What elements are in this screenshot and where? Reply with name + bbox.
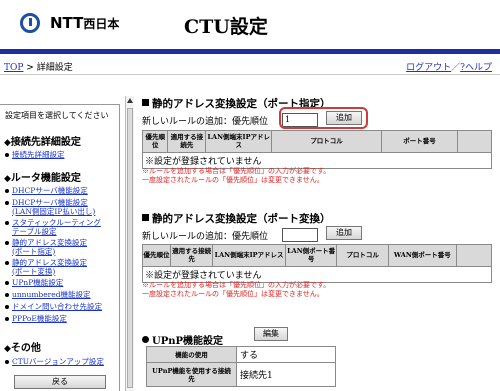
col-header-connection: 適用する接続先 <box>170 244 214 267</box>
breadcrumb: TOP > 詳細設定 <box>4 63 73 73</box>
rule-table-port-specify: 優先順位 適用する接続先 LAN側端末IPアドレス プロトコル ポート番号 ※設… <box>141 130 492 169</box>
scroll-up-arrow-icon[interactable] <box>127 98 133 103</box>
bullet-icon <box>5 305 9 309</box>
back-button[interactable]: 戻る <box>14 375 106 389</box>
highlight-box <box>279 107 368 129</box>
bullet-icon <box>5 360 9 364</box>
sidebar-group-connection: ◆接続先詳細設定 <box>4 137 81 148</box>
note-text: ※ルールを追加する場合は「優先順位」の入力が必要です。 一度設定されたルールの「… <box>142 167 331 184</box>
col-header-lan-ip: LAN側端末IPアドレス <box>212 244 286 267</box>
ntt-logo-icon <box>20 13 40 33</box>
col-header-priority: 優先順位 <box>141 244 172 267</box>
add-button[interactable]: 追加 <box>326 226 362 240</box>
col-header-lan-port: LAN側ポート番号 <box>284 244 338 267</box>
rule-table-port-convert: 優先順位 適用する接続先 LAN側端末IPアドレス LAN側ポート番号 プロトコ… <box>141 244 493 283</box>
bullet-icon <box>5 153 9 157</box>
section-title-upnp: UPnP機能設定 <box>142 332 223 347</box>
bullet-icon <box>5 201 9 205</box>
bullet-icon <box>5 293 9 297</box>
sidebar-group-other: ◆その他 <box>4 343 41 354</box>
bullet-icon <box>5 261 9 265</box>
bullet-icon <box>5 317 9 321</box>
logout-link[interactable]: ログアウト <box>406 63 451 73</box>
scroll-thumb[interactable] <box>127 108 133 388</box>
sidebar-item-nat-port-specify[interactable]: 静的アドレス変換設定 (ポート指定) <box>5 238 87 256</box>
sidebar-heading: 設定項目を選択してください <box>5 111 109 120</box>
sidebar-item-dhcp-fixed[interactable]: DHCPサーバ機能設定 (LAN側固定IP払い出し) <box>5 198 95 216</box>
col-header-protocol: プロトコル <box>271 130 382 153</box>
bullet-icon <box>5 241 9 245</box>
sidebar-item-connection-detail[interactable]: 接続先詳細設定 <box>5 150 65 160</box>
note-text: ※ルールを追加する場合は「優先順位」の入力が必要です。 一度設定されたルールの「… <box>142 281 331 298</box>
upnp-table: 機能の使用 する UPnP機能を使用する接続先 接続先1 <box>146 346 336 387</box>
sidebar-item-nat-port-convert[interactable]: 静的アドレス変換設定 (ポート変換) <box>5 258 87 276</box>
content-scrollbar[interactable] <box>125 96 134 391</box>
sidebar-item-ctu-version[interactable]: CTUバージョンアップ設定 <box>5 357 104 367</box>
priority-input[interactable] <box>282 228 318 242</box>
sidebar-item-dhcp[interactable]: DHCPサーバ機能設定 <box>5 186 88 196</box>
breadcrumb-current: 詳細設定 <box>36 63 73 73</box>
upnp-value-enable: する <box>236 346 336 363</box>
edit-button[interactable]: 編集 <box>254 327 288 341</box>
bullet-icon <box>5 221 9 225</box>
sidebar-item-static-routing[interactable]: スタティックルーティング テーブル設定 <box>5 218 101 236</box>
section-title-port-convert: 静的アドレス変換設定（ポート変換） <box>142 211 331 226</box>
bullet-icon <box>5 281 9 285</box>
add-rule-label: 新しいルールの追加：優先順位 <box>142 232 269 242</box>
sidebar-group-router: ◆ルータ機能設定 <box>4 173 81 184</box>
upnp-value-connection: 接続先1 <box>236 362 336 387</box>
col-header-port: ポート番号 <box>380 130 459 153</box>
col-header-priority: 優先順位 <box>141 130 169 153</box>
help-link[interactable]: ?ヘルプ <box>460 63 492 73</box>
sidebar-item-pppoe[interactable]: PPPoE機能設定 <box>5 314 67 324</box>
logo-text: NTT西日本 <box>50 14 120 32</box>
sidebar: 設定項目を選択してください ◆接続先詳細設定 接続先詳細設定 ◆ルータ機能設定 … <box>0 104 120 391</box>
sidebar-item-unnumbered[interactable]: unnumbered機能設定 <box>5 290 91 300</box>
col-header-lan-ip: LAN側端末IPアドレス <box>205 130 272 153</box>
main-content: 静的アドレス変換設定（ポート指定） 新しいルールの追加：優先順位 1 追加 優先… <box>140 96 500 391</box>
col-header-wan-port: WAN側ポート番号 <box>387 244 457 267</box>
square-bullet-icon <box>142 99 149 106</box>
page-title: CTU設定 <box>184 16 268 38</box>
header: NTT西日本 CTU設定 <box>0 0 500 49</box>
round-bullet-icon <box>142 336 149 343</box>
square-bullet-icon <box>142 214 149 221</box>
bullet-icon <box>5 189 9 193</box>
upnp-label-enable: 機能の使用 <box>146 346 237 363</box>
breadcrumb-row: TOP > 詳細設定 ログアウト／?ヘルプ <box>0 54 500 75</box>
sidebar-item-upnp[interactable]: UPnP機能設定 <box>5 278 63 288</box>
breadcrumb-top-link[interactable]: TOP <box>4 63 23 73</box>
col-header-protocol: プロトコル <box>336 244 389 267</box>
col-header-connection: 適用する接続先 <box>167 130 207 153</box>
upnp-label-connection: UPnP機能を使用する接続先 <box>146 362 237 387</box>
add-rule-label: 新しいルールの追加：優先順位 <box>142 117 269 127</box>
sidebar-item-domain[interactable]: ドメイン問い合わせ先設定 <box>5 302 102 312</box>
top-links: ログアウト／?ヘルプ <box>406 63 492 73</box>
